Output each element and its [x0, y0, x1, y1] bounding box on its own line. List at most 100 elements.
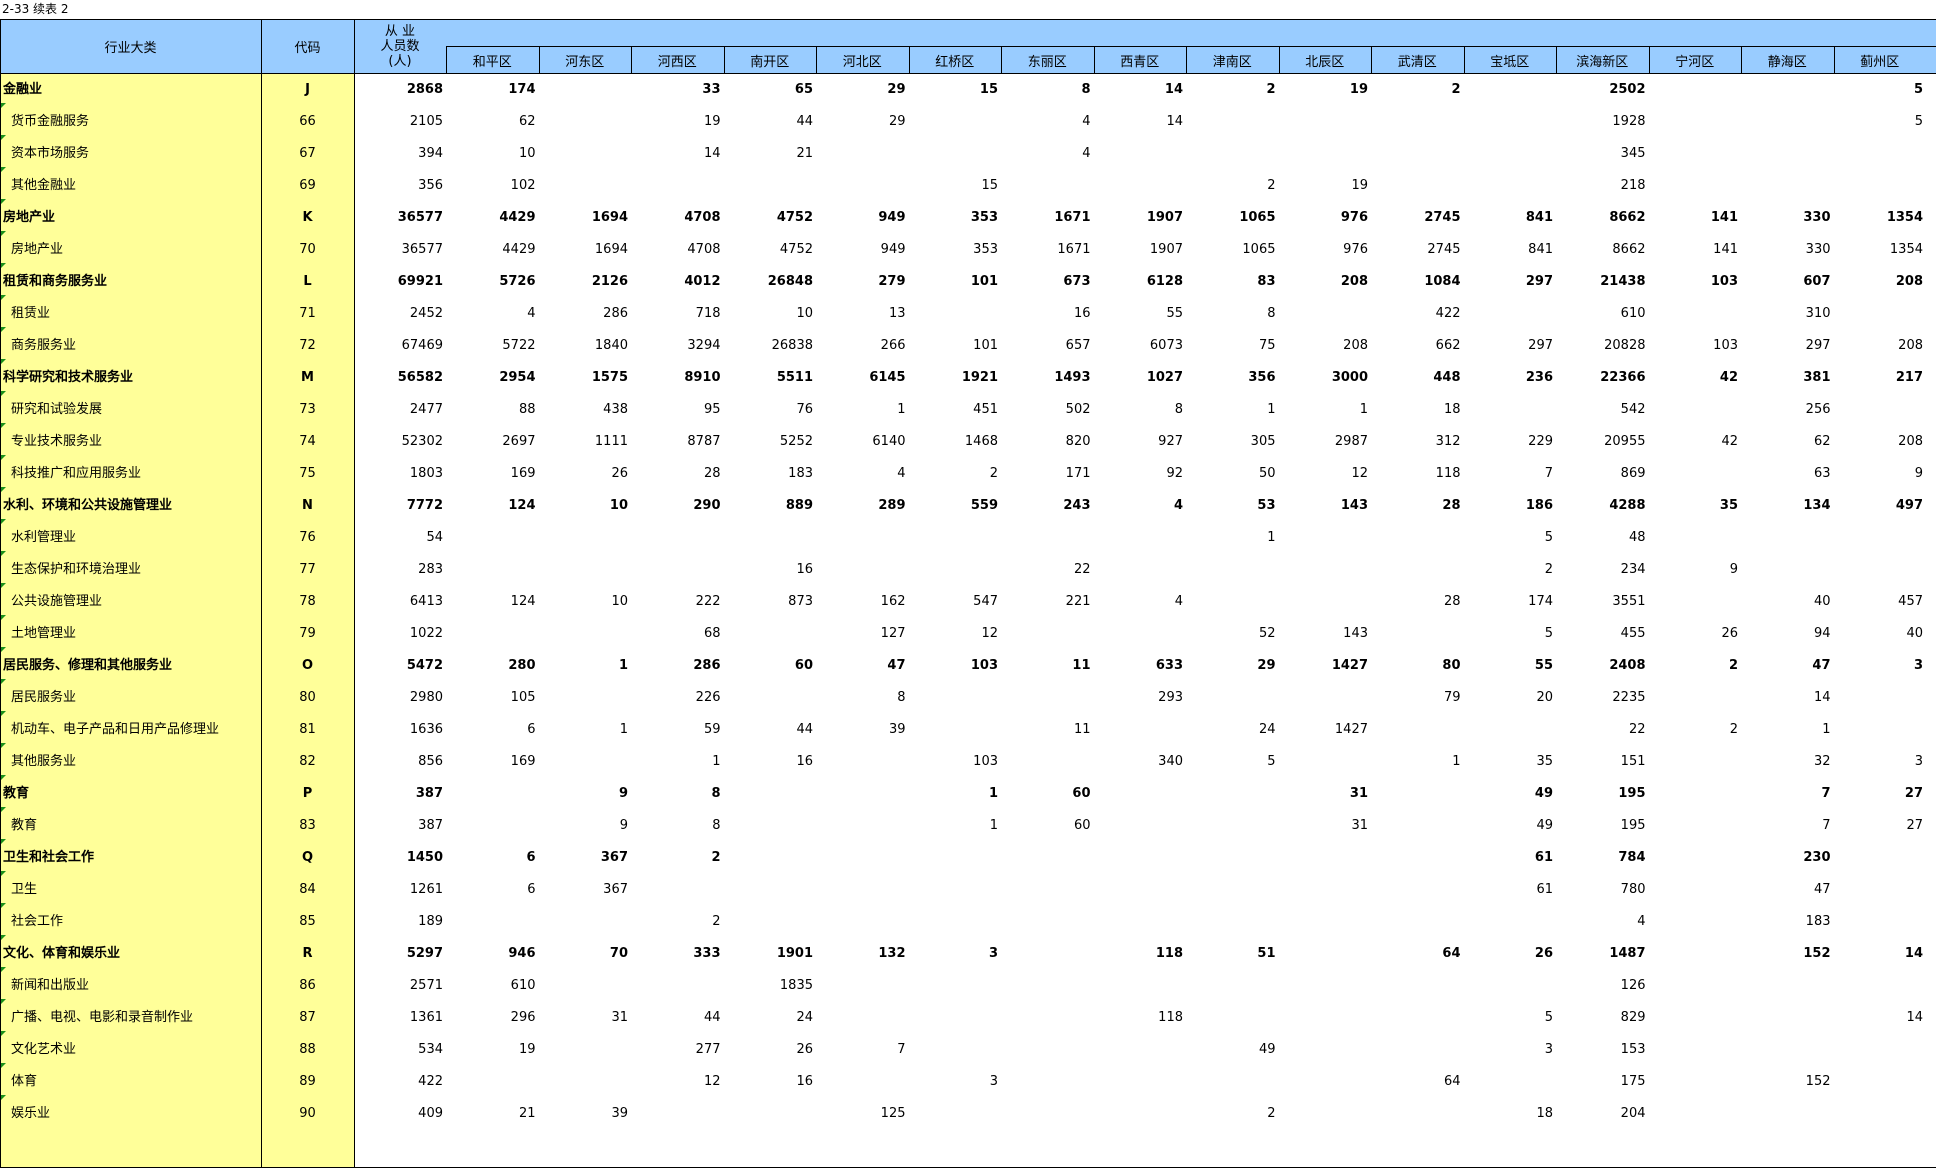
header-district: 津南区 [1212, 55, 1252, 70]
district-value-cell: 151 [1620, 754, 1646, 769]
district-value-cell: 14 [1904, 946, 1923, 961]
industry-name-cell: 商务服务业 [11, 338, 77, 353]
district-value-cell [1371, 618, 1461, 650]
district-value-cell [1649, 394, 1739, 426]
district-value-cell [816, 1002, 906, 1034]
district-value-cell: 10 [518, 146, 536, 161]
district-value-cell [1279, 938, 1369, 970]
total-value-cell: 1450 [406, 850, 443, 865]
grid-line-header-district [1741, 47, 1742, 73]
district-value-cell: 13 [888, 306, 906, 321]
industry-code-cell: 89 [299, 1074, 316, 1089]
district-value-cell [1094, 970, 1184, 1002]
district-value-cell: 9 [1914, 466, 1923, 481]
district-value-cell [816, 170, 906, 202]
district-value-cell: 26848 [767, 274, 813, 289]
district-value-cell: 1027 [1146, 370, 1183, 385]
table-row: 社会工作 85 189 2 4 183 [0, 903, 1936, 938]
district-value-cell: 333 [693, 946, 721, 961]
district-value-cell [1094, 810, 1184, 842]
district-value-cell: 21438 [1600, 274, 1646, 289]
district-value-cell: 841 [1525, 210, 1553, 225]
district-value-cell: 451 [973, 402, 998, 417]
industry-name-cell: 金融业 [3, 82, 43, 97]
header-district: 东丽区 [1027, 55, 1067, 70]
district-value-cell [816, 842, 906, 874]
district-value-cell: 20 [1536, 690, 1553, 705]
total-value-cell: 56582 [397, 370, 443, 385]
district-value-cell [1834, 714, 1924, 746]
district-value-cell: 1 [618, 658, 628, 673]
industry-code-cell: 70 [299, 242, 316, 257]
total-value-cell: 2105 [409, 114, 443, 129]
industry-name-cell: 卫生 [11, 882, 38, 897]
district-value-cell: 51 [1257, 946, 1276, 961]
district-value-cell: 869 [1620, 466, 1646, 481]
header-total-line3: (人) [388, 54, 412, 69]
district-value-cell [1649, 586, 1739, 618]
cell-comment-marker [1, 519, 6, 524]
district-value-cell: 4708 [687, 242, 721, 257]
district-value-cell: 12 [981, 626, 998, 641]
district-value-cell: 559 [970, 498, 998, 513]
district-value-cell: 105 [510, 690, 536, 705]
total-value-cell: 856 [418, 754, 443, 769]
header-district: 红桥区 [935, 55, 975, 70]
header-code: 代码 [294, 41, 321, 56]
district-value-cell: 19 [1351, 178, 1368, 193]
district-value-cell [1649, 746, 1739, 778]
total-value-cell: 2452 [409, 306, 443, 321]
table-row: 文化艺术业 88 534 19 277 26 7 49 3 153 [0, 1031, 1936, 1066]
district-value-cell [724, 682, 814, 714]
total-value-cell: 67469 [401, 338, 443, 353]
district-value-cell: 28 [1442, 498, 1461, 513]
district-value-cell: 28 [1443, 594, 1461, 609]
district-value-cell: 42 [1721, 434, 1738, 449]
district-value-cell [1371, 554, 1461, 586]
district-value-cell: 229 [1528, 434, 1553, 449]
district-value-cell: 14 [1906, 1010, 1923, 1025]
district-value-cell [816, 906, 906, 938]
industry-code-cell: P [302, 786, 313, 801]
industry-name-cell: 专业技术服务业 [11, 434, 103, 449]
district-value-cell: 53 [1257, 498, 1276, 513]
district-value-cell: 2954 [499, 370, 536, 385]
grid-line-header-district [1094, 47, 1095, 73]
district-value-cell: 64 [1442, 946, 1461, 961]
table-row: 资本市场服务 67 394 10 14 21 4 345 [0, 135, 1936, 170]
district-value-cell [1649, 778, 1739, 810]
district-value-cell [816, 970, 906, 1002]
district-value-cell: 103 [973, 754, 998, 769]
header-total-line1: 从 业 [384, 24, 416, 39]
district-value-cell: 286 [603, 306, 628, 321]
district-value-cell: 118 [1158, 1010, 1183, 1025]
district-value-cell: 5 [1544, 626, 1553, 641]
industry-code-cell: K [302, 210, 313, 225]
district-value-cell [1001, 842, 1091, 874]
industry-name-cell: 研究和试验发展 [11, 402, 103, 417]
district-value-cell: 20828 [1604, 338, 1646, 353]
district-value-cell: 29 [887, 82, 906, 97]
industry-name-cell: 资本市场服务 [11, 146, 90, 161]
district-value-cell [1649, 1002, 1739, 1034]
industry-code-cell: 72 [299, 338, 316, 353]
district-value-cell: 88 [518, 402, 536, 417]
district-value-cell: 1 [1267, 530, 1276, 545]
district-value-cell [1279, 1034, 1369, 1066]
district-value-cell: 4 [1637, 914, 1646, 929]
district-value-cell [1371, 778, 1461, 810]
district-value-cell [539, 74, 629, 106]
district-value-cell: 1111 [594, 434, 628, 449]
header-total-line2: 人员数 [380, 39, 420, 54]
industry-code-cell: 87 [299, 1010, 316, 1025]
total-value-cell: 356 [418, 178, 443, 193]
district-value-cell [1279, 906, 1369, 938]
district-value-cell [1186, 906, 1276, 938]
district-value-cell: 204 [1620, 1106, 1646, 1121]
district-value-cell [909, 554, 999, 586]
district-value-cell: 234 [1620, 562, 1646, 577]
district-value-cell: 118 [1155, 946, 1183, 961]
district-value-cell: 4752 [779, 242, 813, 257]
cell-comment-marker [1, 455, 6, 460]
table-row: 科技推广和应用服务业 75 1803 169 26 28 183 4 2 171 92 50 12 118… [0, 455, 1936, 490]
